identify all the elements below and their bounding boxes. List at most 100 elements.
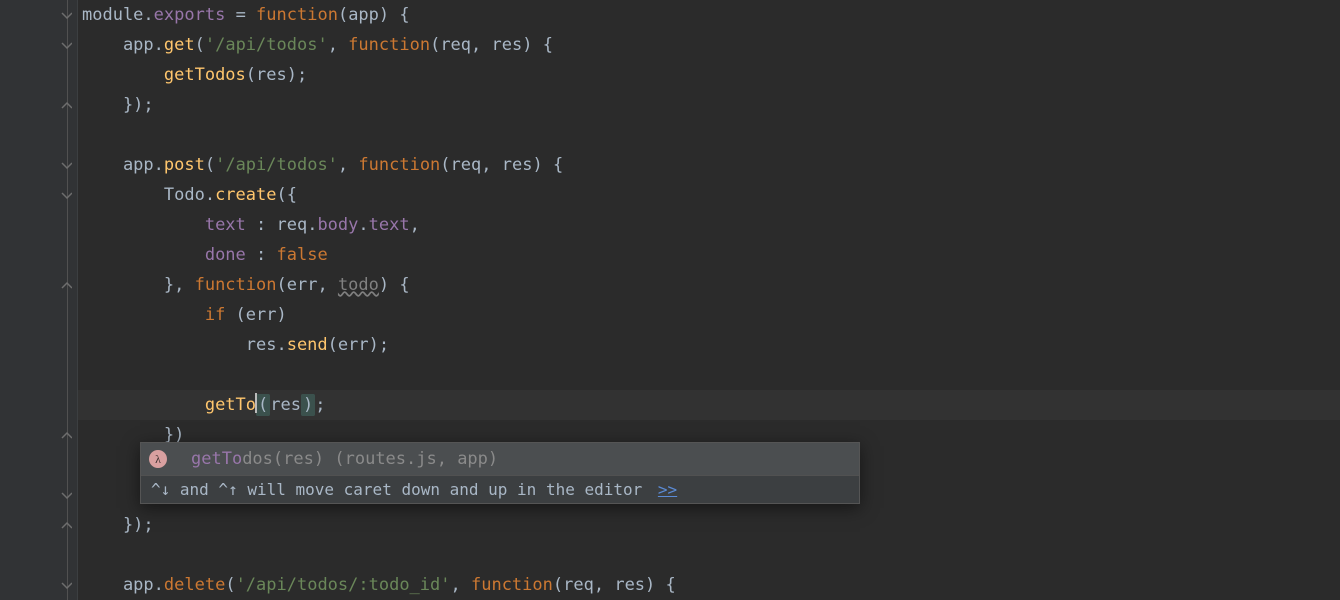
token: , [410,215,420,235]
token: create [215,185,276,205]
code-editor[interactable]: module.exports = function(app) { app.get… [78,0,1340,600]
code-line[interactable]: text : req.body.text, [78,210,1340,240]
token: (err); [328,335,389,355]
code-line[interactable]: app.get('/api/todos', function(req, res)… [78,30,1340,60]
completion-location: ) [488,449,498,469]
token-unused: todo [338,275,379,295]
token: req [440,35,471,55]
code-line[interactable]: module.exports = function(app) { [78,0,1340,30]
token: (err) [225,305,286,325]
token: Todo. [82,185,215,205]
token: '/api/todos' [215,155,338,175]
token: send [287,335,328,355]
token: get [164,35,195,55]
fold-marker-open-icon[interactable] [60,39,73,52]
bracket-match: ) [301,394,315,416]
token: ( [553,575,563,595]
token: app. [82,155,164,175]
token: if [205,305,225,325]
gutter [0,0,78,600]
fold-marker-open-icon[interactable] [60,159,73,172]
token: module [82,5,143,25]
token: res [270,395,301,415]
lambda-icon: λ [149,450,167,468]
completion-item[interactable]: λ getTodos(res) (routes.js, app) [141,443,859,475]
fold-marker-close-icon[interactable] [60,519,73,532]
completion-location: ( [324,449,344,469]
completion-rest: dos [242,449,273,469]
token: body [317,215,358,235]
token: . [358,215,368,235]
token: : req. [246,215,318,235]
token: ( [195,35,205,55]
fold-marker-close-icon[interactable] [60,429,73,442]
token: res [614,575,645,595]
token: res [502,155,533,175]
token: ; [315,395,325,415]
token: ({ [276,185,296,205]
fold-marker-open-icon[interactable] [60,489,73,502]
fold-marker-open-icon[interactable] [60,189,73,202]
completion-label: getTodos(res) (routes.js, app) [191,449,498,469]
code-line[interactable]: res.send(err); [78,330,1340,360]
token: getTo [205,395,256,415]
fold-marker-open-icon[interactable] [60,9,73,22]
token: function [256,5,338,25]
token: err [287,275,318,295]
icon-glyph: λ [155,452,161,467]
fold-marker-close-icon[interactable] [60,99,73,112]
token: app. [82,35,164,55]
token: function [471,575,553,595]
code-line[interactable]: app.post('/api/todos', function(req, res… [78,150,1340,180]
token: , [471,35,491,55]
code-line[interactable]: done : false [78,240,1340,270]
token: , [594,575,614,595]
code-line[interactable] [78,540,1340,570]
token: ( [205,155,215,175]
token: delete [164,575,225,595]
token: '/api/todos/:todo_id' [236,575,451,595]
token [82,305,205,325]
code-line[interactable]: if (err) [78,300,1340,330]
token [82,245,205,265]
code-line[interactable]: }); [78,510,1340,540]
token: function [348,35,430,55]
completion-match: getTo [191,449,242,469]
token: res [492,35,523,55]
token: ) { [532,155,563,175]
code-line[interactable] [78,360,1340,390]
hint-more-link[interactable]: >> [658,480,677,499]
token: ) { [379,5,410,25]
code-line[interactable]: }); [78,90,1340,120]
token: app. [82,575,164,595]
token: app [348,5,379,25]
completion-location: routes.js, app [345,449,488,469]
code-line[interactable]: app.delete ( '/api/todos/:todo_id', functi… [78,570,1340,600]
token: ( [440,155,450,175]
fold-marker-open-icon[interactable] [60,579,73,592]
fold-marker-close-icon[interactable] [60,279,73,292]
code-line[interactable] [78,120,1340,150]
token: , [481,155,501,175]
token: false [277,245,328,265]
token: }, [82,275,195,295]
token: post [164,155,205,175]
completion-sig: ( [273,449,283,469]
token: function [195,275,277,295]
token: getTodos [164,65,246,85]
token: ( [430,35,440,55]
token: req [563,575,594,595]
token: text [205,215,246,235]
code-line-current[interactable]: getTo(res); [78,390,1340,420]
token: ) { [522,35,553,55]
code-completion-popup[interactable]: λ getTodos(res) (routes.js, app) ^↓ and … [140,442,860,504]
token: , [328,35,348,55]
token: , [338,155,358,175]
code-line[interactable]: }, function(err, todo) { [78,270,1340,300]
code-line[interactable]: getTodos(res); [78,60,1340,90]
code-line[interactable]: Todo.create({ [78,180,1340,210]
token: ( [276,275,286,295]
token: , [317,275,337,295]
token: req [451,155,482,175]
token: ) { [645,575,676,595]
